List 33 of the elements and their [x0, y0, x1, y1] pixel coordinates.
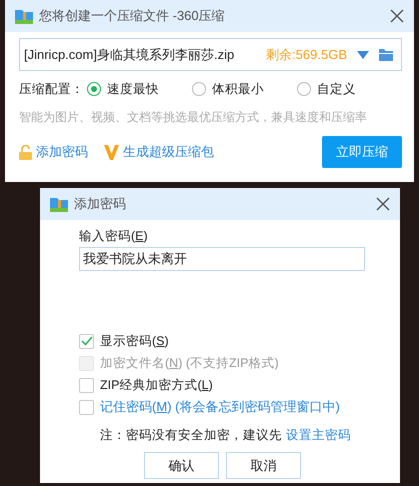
- password-field[interactable]: 我爱书院从未离开: [79, 247, 365, 271]
- padlock-icon: [19, 144, 32, 160]
- folder-icon[interactable]: [379, 48, 393, 60]
- folder-icon: [15, 8, 33, 24]
- link[interactable]: 生成超级压缩包: [104, 143, 214, 161]
- dialog-button[interactable]: 取消: [226, 452, 301, 479]
- hint-text: 智能为图片、视频、文档等挑选最优压缩方式，兼具速度和压缩率: [19, 109, 368, 126]
- set-master-password-link[interactable]: 设置主密码: [286, 427, 351, 444]
- v-icon: [104, 144, 119, 160]
- close-icon[interactable]: [376, 197, 390, 211]
- radio-option[interactable]: 速度最快: [87, 80, 192, 98]
- folder-icon: [50, 196, 68, 212]
- checkbox[interactable]: [79, 378, 94, 392]
- dialog-title: 添加密码: [74, 195, 127, 213]
- field-label: 输入密码(E): [79, 228, 149, 245]
- checkbox[interactable]: [79, 334, 94, 348]
- file-name-field[interactable]: [Jinricp.com]身临其境系列李丽莎.zip 剩余:569.5GB: [19, 38, 402, 71]
- file-name: [Jinricp.com]身临其境系列李丽莎.zip: [24, 46, 236, 64]
- window-title: 您将创建一个压缩文件 -360压缩: [39, 7, 226, 25]
- note-text: 注：密码没有安全加密，建议先: [100, 427, 282, 444]
- checkbox[interactable]: [79, 400, 94, 414]
- radio-option[interactable]: 自定义: [297, 80, 402, 98]
- checkbox-label: 加密文件名(N) (不支持ZIP格式): [100, 354, 279, 372]
- dropdown-icon[interactable]: [357, 50, 369, 58]
- dialog-button[interactable]: 确认: [144, 452, 219, 479]
- config-label: 压缩配置：: [19, 80, 85, 98]
- free-space: 剩余:569.5GB: [266, 46, 347, 64]
- checkbox-label: 显示密码(S): [100, 332, 169, 350]
- close-icon[interactable]: [390, 9, 404, 23]
- checkbox-label: 记住密码(M) (将会备忘到密码管理窗口中): [100, 398, 340, 416]
- checkbox-label: ZIP经典加密方式(L): [100, 376, 213, 394]
- radio-option[interactable]: 体积最小: [192, 80, 298, 98]
- link[interactable]: 添加密码: [19, 143, 88, 161]
